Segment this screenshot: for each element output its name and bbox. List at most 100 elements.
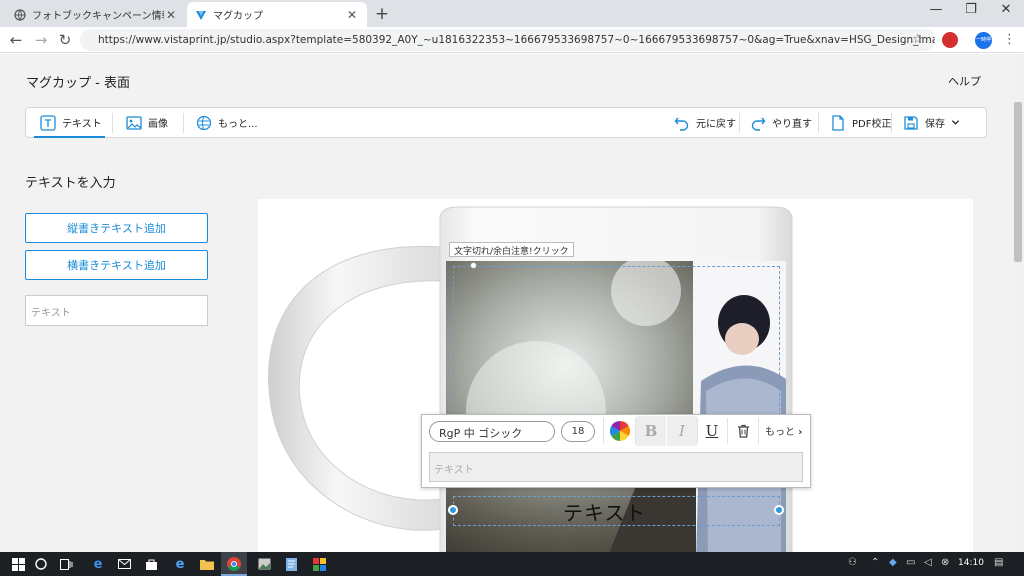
divider: [603, 418, 604, 444]
dropbox-icon[interactable]: ◆: [889, 557, 897, 568]
notes-app-icon[interactable]: [283, 556, 299, 572]
task-view-icon[interactable]: [58, 556, 74, 572]
font-family-select[interactable]: RgP 中 ゴシック: [429, 421, 555, 442]
file-explorer-icon[interactable]: [199, 556, 215, 572]
vistaprint-logo-icon: [196, 10, 206, 20]
people-icon[interactable]: ⚇: [848, 557, 857, 568]
close-tab-icon[interactable]: ✕: [345, 8, 359, 22]
undo-icon: [674, 117, 689, 131]
profile-avatar[interactable]: 一時停止: [975, 32, 992, 49]
document-icon: [832, 114, 844, 131]
color-wheel-icon: [610, 421, 630, 441]
browser-tab-active[interactable]: マグカップ ✕: [187, 2, 367, 27]
tab-image-label: 画像: [148, 119, 168, 130]
design-canvas[interactable]: 文字切れ/余白注意!クリック テキスト: [258, 199, 973, 552]
scrollbar-thumb[interactable]: [1014, 102, 1022, 262]
redo-icon: [751, 117, 766, 131]
back-arrow-icon[interactable]: ←: [7, 31, 25, 49]
browser-tab[interactable]: フォトブックキャンペーン情報！GW明 ✕: [6, 2, 186, 27]
pdf-proof-label: PDF校正: [852, 119, 892, 130]
url-text: https://www.vistaprint.jp/studio.aspx?te…: [98, 34, 935, 46]
chevron-up-icon[interactable]: ⌃: [871, 557, 879, 568]
globe-icon: [14, 8, 26, 21]
redo-label: やり直す: [772, 119, 812, 130]
format-more-button[interactable]: もっと ›: [765, 423, 802, 438]
close-tab-icon[interactable]: ✕: [164, 8, 178, 22]
extension-icon[interactable]: [942, 32, 958, 48]
mail-icon[interactable]: [116, 556, 132, 572]
image-icon: [126, 115, 142, 130]
trim-warning-notice[interactable]: 文字切れ/余白注意!クリック: [449, 242, 574, 257]
canvas-text-item[interactable]: テキスト: [563, 497, 646, 526]
left-panel-heading: テキストを入力: [25, 176, 116, 191]
tab-text[interactable]: テキスト: [36, 108, 106, 137]
page-title: マグカップ - 表面: [26, 76, 130, 91]
underline-button[interactable]: U: [697, 416, 727, 446]
edge-icon[interactable]: e: [172, 556, 188, 572]
network-icon[interactable]: ▭: [906, 557, 915, 568]
tile-app-icon[interactable]: [311, 556, 327, 572]
tab-image[interactable]: 画像: [122, 108, 172, 137]
internet-explorer-icon[interactable]: e: [90, 556, 106, 572]
chevron-down-icon: [951, 120, 960, 125]
photos-app-icon[interactable]: [256, 556, 272, 572]
image-selection-box[interactable]: [453, 266, 780, 416]
undo-button[interactable]: 元に戻す: [670, 108, 740, 137]
save-label: 保存: [925, 119, 945, 130]
minimize-button[interactable]: —: [920, 2, 952, 22]
menu-dots-icon[interactable]: ⋮: [1003, 32, 1016, 47]
divider: [758, 418, 759, 444]
clock[interactable]: 14:10: [958, 558, 984, 568]
bookmark-star-icon[interactable]: ☆: [912, 32, 924, 47]
notification-icon[interactable]: ▤: [994, 557, 1003, 568]
more-tools-icon: [196, 115, 212, 130]
close-circle-icon[interactable]: ⊗: [941, 557, 949, 568]
redo-button[interactable]: やり直す: [746, 108, 816, 137]
save-disk-icon: [904, 115, 918, 130]
cortana-search-icon[interactable]: [33, 556, 49, 572]
font-size-select[interactable]: 18: [561, 421, 595, 442]
reload-icon[interactable]: ↻: [56, 31, 74, 49]
store-icon[interactable]: [143, 556, 159, 572]
trash-icon: [737, 424, 749, 438]
tab-title: マグカップ: [213, 11, 263, 22]
chrome-icon[interactable]: [226, 556, 242, 572]
browser-tab-strip: フォトブックキャンペーン情報！GW明 ✕ マグカップ ✕ + — ❐ ✕: [0, 0, 1024, 27]
text-color-button[interactable]: [605, 416, 635, 446]
format-text-input[interactable]: テキスト: [429, 452, 803, 482]
volume-icon[interactable]: ◁: [924, 557, 932, 568]
divider: [739, 113, 740, 133]
tab-more[interactable]: もっと...: [192, 108, 262, 137]
active-tab-indicator: [34, 136, 105, 138]
divider: [112, 113, 113, 133]
bold-button[interactable]: B: [636, 416, 666, 446]
design-toolbar: テキスト 画像 もっと... 元に戻す やり直す PDF校正 保存: [25, 107, 987, 138]
undo-label: 元に戻す: [696, 119, 736, 130]
add-vertical-text-button[interactable]: 縦書きテキスト追加: [25, 213, 208, 243]
new-tab-button[interactable]: +: [373, 4, 391, 24]
save-button[interactable]: 保存: [899, 108, 964, 137]
rotate-handle[interactable]: [470, 262, 477, 269]
text-tool-icon: [40, 114, 56, 131]
resize-handle-right[interactable]: [774, 505, 784, 515]
resize-handle-left[interactable]: [448, 505, 458, 515]
tab-more-label: もっと...: [218, 119, 258, 130]
address-bar[interactable]: https://www.vistaprint.jp/studio.aspx?te…: [80, 29, 935, 51]
tab-title: フォトブックキャンペーン情報！GW明: [32, 11, 164, 22]
divider: [183, 113, 184, 133]
text-input-field[interactable]: テキスト: [25, 295, 208, 326]
divider: [818, 113, 819, 133]
help-link[interactable]: ヘルプ: [948, 73, 981, 89]
delete-button[interactable]: [728, 416, 758, 446]
maximize-button[interactable]: ❐: [955, 2, 987, 22]
italic-button[interactable]: I: [667, 416, 697, 446]
divider: [891, 113, 892, 133]
chevron-right-icon: ›: [798, 427, 803, 438]
pdf-proof-button[interactable]: PDF校正: [826, 108, 895, 137]
windows-taskbar: e e ⚇ ⌃ ◆ ▭ ◁ ⊗ 14:10 ▤: [0, 552, 1024, 576]
tab-text-label: テキスト: [62, 119, 102, 130]
forward-arrow-icon[interactable]: →: [32, 31, 50, 49]
add-horizontal-text-button[interactable]: 横書きテキスト追加: [25, 250, 208, 280]
windows-start-icon[interactable]: [10, 556, 26, 572]
close-window-button[interactable]: ✕: [990, 2, 1022, 22]
